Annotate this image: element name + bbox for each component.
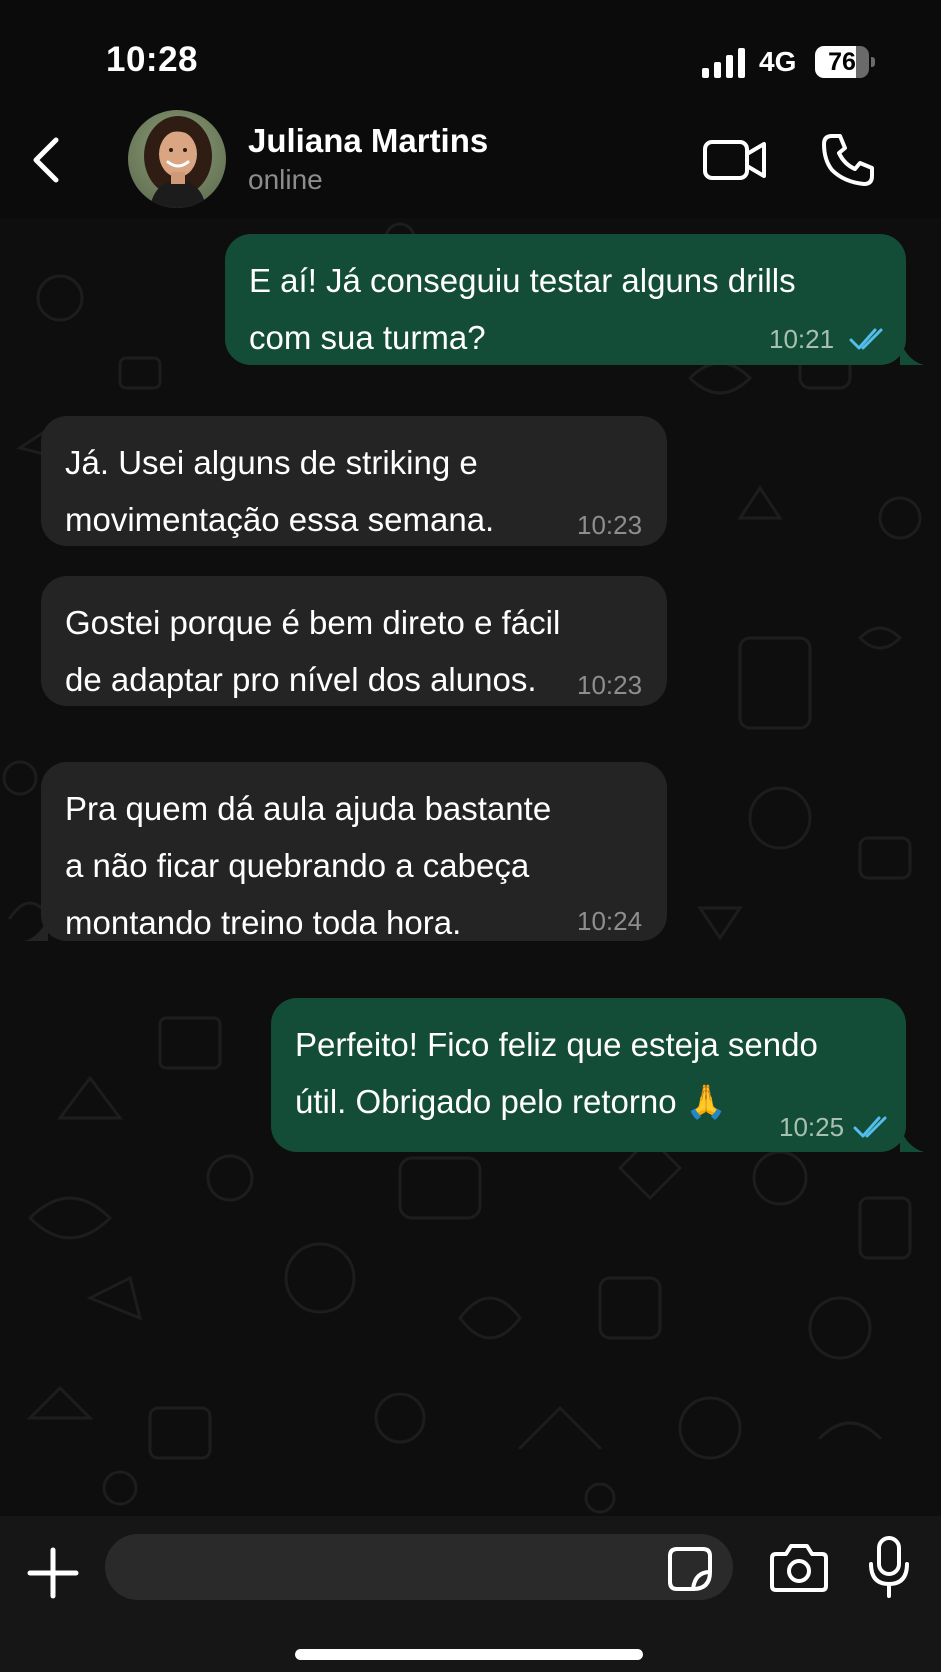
status-time: 10:28 xyxy=(106,40,199,79)
bubble-tail xyxy=(900,1128,924,1152)
sticker-icon[interactable] xyxy=(667,1546,713,1592)
input-bar xyxy=(0,1516,941,1672)
message-text: E aí! Já conseguiu testar alguns drills … xyxy=(249,262,796,356)
contact-name[interactable]: Juliana Martins xyxy=(248,122,488,160)
message-time: 10:23 xyxy=(577,670,643,700)
chat-header: Juliana Martins online xyxy=(0,110,941,218)
signal-strength-icon xyxy=(702,48,745,78)
bubble-tail xyxy=(24,917,48,941)
chat-area[interactable]: E aí! Já conseguiu testar alguns drills … xyxy=(0,218,941,1516)
camera-icon[interactable] xyxy=(770,1542,828,1592)
message-input[interactable] xyxy=(105,1534,733,1600)
message-time: 10:21 xyxy=(769,324,835,354)
home-indicator[interactable] xyxy=(295,1649,643,1660)
message-incoming[interactable]: Pra quem dá aula ajuda bastante a não fi… xyxy=(41,762,667,941)
message-time: 10:24 xyxy=(577,906,643,936)
avatar-photo xyxy=(128,110,226,208)
status-bar: 10:28 4G 76 xyxy=(0,0,941,110)
message-incoming[interactable]: Já. Usei alguns de striking e movimentaç… xyxy=(41,416,667,546)
phone-call-icon[interactable] xyxy=(820,132,876,188)
video-call-icon[interactable] xyxy=(702,136,768,184)
avatar[interactable] xyxy=(128,110,226,208)
message-outgoing[interactable]: Perfeito! Fico feliz que esteja sendo út… xyxy=(271,998,906,1152)
battery-icon: 76 xyxy=(815,46,875,78)
read-receipt-icon xyxy=(853,1116,887,1138)
contact-status: online xyxy=(248,164,323,195)
message-text: Pra quem dá aula ajuda bastante a não fi… xyxy=(65,790,552,941)
message-text: Perfeito! Fico feliz que esteja sendo út… xyxy=(295,1026,818,1120)
microphone-icon[interactable] xyxy=(868,1536,910,1598)
network-type: 4G xyxy=(759,46,797,77)
bubble-tail xyxy=(900,341,924,365)
message-time: 10:23 xyxy=(577,510,643,540)
battery-cap xyxy=(871,57,875,67)
message-text: Gostei porque é bem direto e fácil de ad… xyxy=(65,604,561,698)
message-text: Já. Usei alguns de striking e movimentaç… xyxy=(65,444,495,538)
battery-level: 76 xyxy=(828,48,856,76)
back-arrow-icon[interactable] xyxy=(22,130,78,190)
message-incoming[interactable]: Gostei porque é bem direto e fácil de ad… xyxy=(41,576,667,706)
message-time: 10:25 xyxy=(779,1112,845,1142)
read-receipt-icon xyxy=(849,328,883,350)
message-outgoing[interactable]: E aí! Já conseguiu testar alguns drills … xyxy=(225,234,906,365)
plus-icon[interactable] xyxy=(26,1546,80,1600)
